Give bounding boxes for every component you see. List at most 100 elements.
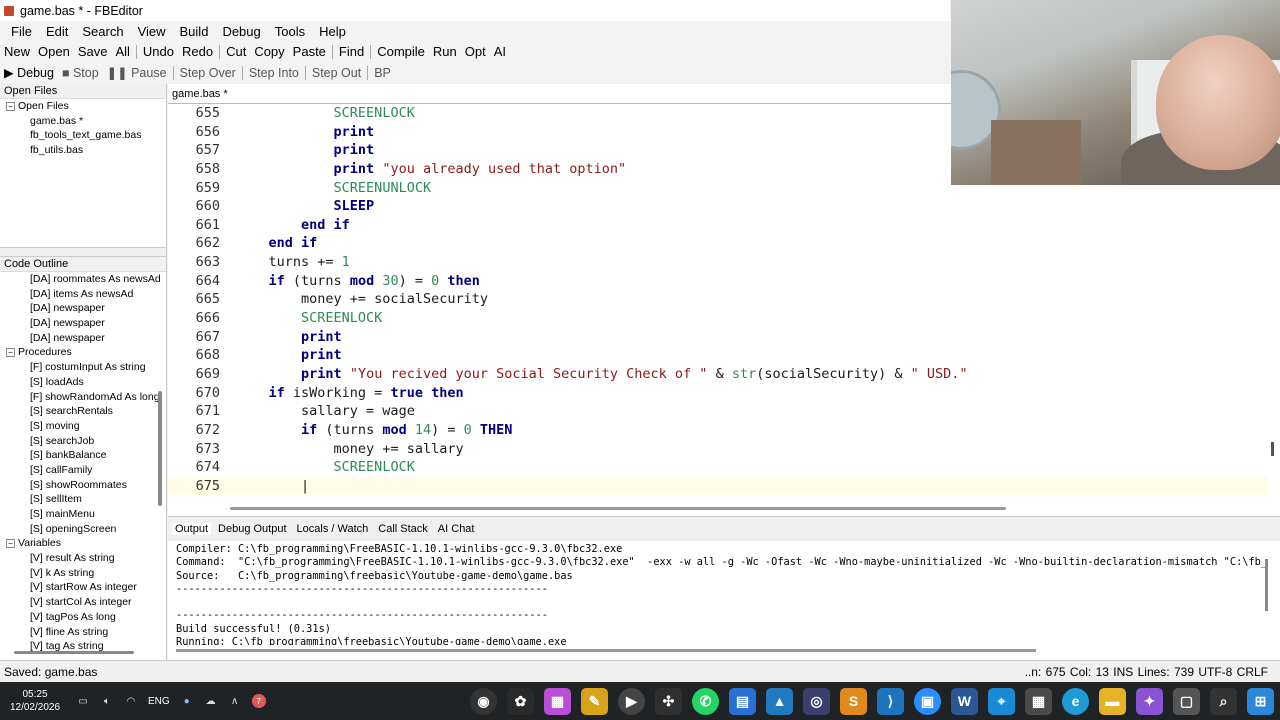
step-out-button[interactable]: Step Out [308,66,365,80]
edge-icon[interactable]: e [1062,687,1089,715]
code-line[interactable]: 661 end if [168,216,1268,235]
outline-item[interactable]: [S] searchJob [0,434,166,449]
code-line[interactable]: 660 SLEEP [168,197,1268,216]
menu-debug[interactable]: Debug [215,24,267,39]
code-line[interactable]: 665 money += socialSecurity [168,290,1268,309]
tab-call-stack[interactable]: Call Stack [375,523,431,535]
wifi-icon[interactable]: ◠ [124,694,138,708]
toolbar-copy-button[interactable]: Copy [250,44,288,59]
outline-item[interactable]: [V] result As string [0,551,166,566]
tab-locals-watch[interactable]: Locals / Watch [294,523,372,535]
code-line[interactable]: 667 print [168,328,1268,347]
outline-item[interactable]: [DA] roommates As newsAd [0,272,166,287]
outline-item[interactable]: [S] showRoommates [0,478,166,493]
document-icon[interactable]: ▤ [729,687,756,715]
outline-item[interactable]: [S] openingScreen [0,522,166,537]
zoom-icon[interactable]: ▣ [914,687,941,715]
collapse-icon[interactable]: − [6,348,15,358]
menu-search[interactable]: Search [75,24,130,39]
media-player-icon[interactable]: ▶ [618,687,645,715]
pencil-icon[interactable]: ✎ [581,687,608,715]
build-output[interactable]: Compiler: C:\fb_programming\FreeBASIC-1.… [168,541,1268,645]
whatsapp-icon[interactable]: ✆ [692,687,719,715]
paint-icon[interactable]: ▦ [544,687,571,715]
code-line[interactable]: 674 SCREENLOCK [168,458,1268,477]
open-files-root[interactable]: − Open Files [0,99,166,114]
menu-file[interactable]: File [4,24,39,39]
output-horizontal-scrollbar[interactable] [176,649,1036,652]
volume-icon[interactable]: 🔈︎ [100,694,114,708]
chevron-up-icon[interactable]: ∧ [228,694,242,708]
outline-item[interactable]: [DA] newspaper [0,316,166,331]
outline-item[interactable]: [F] costumInput As string [0,360,166,375]
toolbar-open-button[interactable]: Open [34,44,74,59]
toolbar-new-button[interactable]: New [0,44,34,59]
tab-debug-output[interactable]: Debug Output [215,523,290,535]
start-icon[interactable]: ⊞ [1247,687,1274,715]
panel-splitter[interactable] [0,247,166,257]
code-line[interactable]: 663 turns += 1 [168,253,1268,272]
toolbar-save-button[interactable]: Save [74,44,112,59]
window-icon[interactable]: ▢ [1173,687,1200,715]
copilot-icon[interactable]: ✦ [1136,687,1163,715]
code-line[interactable]: 671 sallary = wage [168,402,1268,421]
toolbar-run-button[interactable]: Run [429,44,461,59]
stop-button[interactable]: ■ Stop [58,66,103,80]
maps-icon[interactable]: ⌖ [988,687,1015,715]
editor-horizontal-scrollbar[interactable] [230,507,1006,510]
toolbar-compile-button[interactable]: Compile [373,44,429,59]
taskbar-clock[interactable]: 05:25 12/02/2026 [0,688,70,714]
outline-item[interactable]: [DA] newspaper [0,301,166,316]
code-line[interactable]: 664 if (turns mod 30) = 0 then [168,272,1268,291]
outline-vertical-scrollbar[interactable] [158,391,162,506]
breakpoint-button[interactable]: BP [370,66,395,80]
open-file-item[interactable]: game.bas * [0,114,166,129]
outline-item[interactable]: [DA] items As newsAd [0,287,166,302]
vscode-icon[interactable]: ⟩ [877,687,904,715]
outline-item[interactable]: [V] k As string [0,566,166,581]
code-line[interactable]: 672 if (turns mod 14) = 0 THEN [168,421,1268,440]
word-icon[interactable]: W [951,687,978,715]
collapse-icon[interactable]: − [6,101,15,111]
outline-item[interactable]: [S] bankBalance [0,448,166,463]
outline-item[interactable]: [S] mainMenu [0,507,166,522]
code-line[interactable]: 673 money += sallary [168,440,1268,459]
menu-tools[interactable]: Tools [268,24,312,39]
outline-item[interactable]: [V] fline As string [0,625,166,640]
photos-icon[interactable]: ▲ [766,687,793,715]
step-into-button[interactable]: Step Into [245,66,303,80]
toolbar-undo-button[interactable]: Undo [139,44,178,59]
output-vertical-scrollbar[interactable] [1265,559,1268,611]
toolbar-ai-button[interactable]: AI [490,44,510,59]
obs-icon[interactable]: ◉ [470,687,497,715]
code-line[interactable]: 670 if isWorking = true then [168,384,1268,403]
code-line[interactable]: 666 SCREENLOCK [168,309,1268,328]
toolbar-paste-button[interactable]: Paste [289,44,330,59]
outline-item[interactable]: [S] searchRentals [0,404,166,419]
chatgpt-icon[interactable]: ✿ [507,687,534,715]
outline-item[interactable]: [V] tagPos As long [0,610,166,625]
open-file-item[interactable]: fb_tools_text_game.bas [0,128,166,143]
file-explorer-icon[interactable]: ▬ [1099,687,1126,715]
search-icon[interactable]: ⌕ [1210,687,1237,715]
outline-item[interactable]: [S] loadAds [0,375,166,390]
notification-badge[interactable]: 7 [251,694,266,708]
code-line[interactable]: 675 | [168,476,1268,496]
menu-view[interactable]: View [131,24,173,39]
code-line[interactable]: 662 end if [168,234,1268,253]
toolbar-opt-button[interactable]: Opt [461,44,490,59]
debug-button[interactable]: ▶ Debug [0,65,58,80]
outline-item[interactable]: [V] startCol As integer [0,595,166,610]
toolbar-cut-button[interactable]: Cut [222,44,250,59]
outline-item[interactable]: [DA] newspaper [0,331,166,346]
outline-item[interactable]: [V] startRow As integer [0,580,166,595]
fbeditor-taskbar-icon[interactable]: ◎ [803,687,830,715]
battery-icon[interactable]: ▭ [76,694,90,708]
toolbar-redo-button[interactable]: Redo [178,44,217,59]
outline-item[interactable]: [S] callFamily [0,463,166,478]
toolbar-find-button[interactable]: Find [335,44,368,59]
menu-edit[interactable]: Edit [39,24,75,39]
cloud-icon[interactable]: ☁ [204,694,218,708]
toolbar-all-button[interactable]: All [111,44,133,59]
language-indicator[interactable]: ENG [148,696,170,707]
